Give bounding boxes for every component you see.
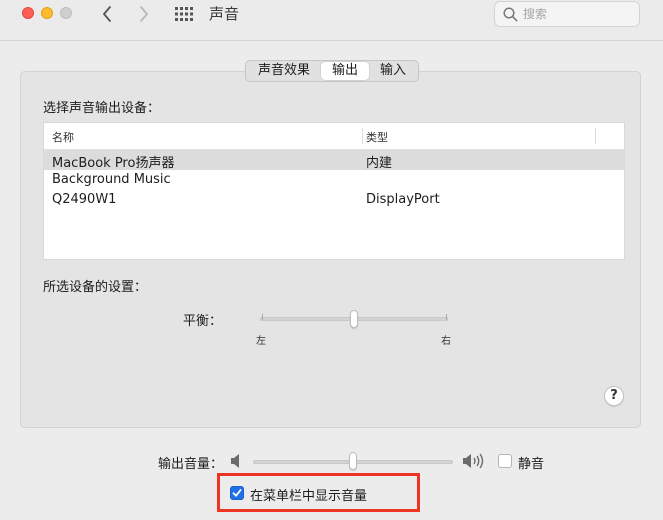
device-list-header: 名称 类型 xyxy=(44,123,624,150)
balance-tick-left xyxy=(262,314,263,320)
tab-output[interactable]: 输出 xyxy=(321,62,370,80)
tab-bar: 声音效果 输出 输入 xyxy=(245,60,420,82)
show-volume-in-menubar-checkbox[interactable] xyxy=(230,486,244,500)
show-all-button[interactable] xyxy=(175,6,193,22)
output-volume-label: 输出音量： xyxy=(158,457,224,472)
zoom-button[interactable] xyxy=(60,7,72,19)
column-header-name[interactable]: 名称 xyxy=(52,129,74,145)
mute-label: 静音 xyxy=(518,457,545,472)
device-row-background-music[interactable]: Background Music xyxy=(44,170,624,190)
help-button[interactable]: ? xyxy=(604,386,624,406)
title-bar: 声音 xyxy=(0,0,663,41)
device-row-q2490w1[interactable]: Q2490W1 DisplayPort xyxy=(44,190,624,210)
mute-checkbox[interactable] xyxy=(498,454,512,468)
column-header-type[interactable]: 类型 xyxy=(366,129,388,145)
chevron-right-icon xyxy=(140,6,148,22)
tab-sound-effects[interactable]: 声音效果 xyxy=(247,62,321,80)
select-output-device-label: 选择声音输出设备： xyxy=(43,101,161,116)
search-icon xyxy=(503,7,518,22)
device-row-macbook-speakers[interactable]: MacBook Pro扬声器 内建 xyxy=(44,150,624,171)
checkmark-icon xyxy=(232,489,242,497)
speaker-high-icon xyxy=(463,453,484,469)
column-divider xyxy=(595,128,596,144)
device-name: MacBook Pro扬声器 xyxy=(52,156,175,171)
speaker-low-icon xyxy=(231,454,239,468)
window-title: 声音 xyxy=(209,5,240,23)
selected-device-settings-label: 所选设备的设置： xyxy=(43,280,148,295)
device-type: DisplayPort xyxy=(366,192,440,207)
device-name: Background Music xyxy=(52,172,171,187)
forward-button[interactable] xyxy=(134,2,154,26)
grid-icon xyxy=(175,7,193,21)
close-button[interactable] xyxy=(22,7,34,19)
device-list[interactable]: 名称 类型 MacBook Pro扬声器 内建 Background Music… xyxy=(43,122,625,260)
back-button[interactable] xyxy=(97,2,117,26)
column-divider xyxy=(362,128,363,144)
search-field[interactable] xyxy=(494,1,640,27)
tab-input[interactable]: 输入 xyxy=(369,62,417,80)
search-input[interactable] xyxy=(523,5,633,23)
balance-left-label: 左 xyxy=(256,336,266,347)
minimize-button[interactable] xyxy=(41,7,53,19)
balance-tick-right xyxy=(446,314,447,320)
chevron-left-icon xyxy=(103,6,111,22)
balance-right-label: 右 xyxy=(441,336,451,347)
device-name: Q2490W1 xyxy=(52,192,117,207)
volume-slider-knob[interactable] xyxy=(349,452,357,470)
show-volume-in-menubar-label: 在菜单栏中显示音量 xyxy=(250,489,368,504)
balance-slider-knob[interactable] xyxy=(350,310,358,328)
balance-label: 平衡： xyxy=(183,314,223,329)
device-type: 内建 xyxy=(366,156,393,171)
